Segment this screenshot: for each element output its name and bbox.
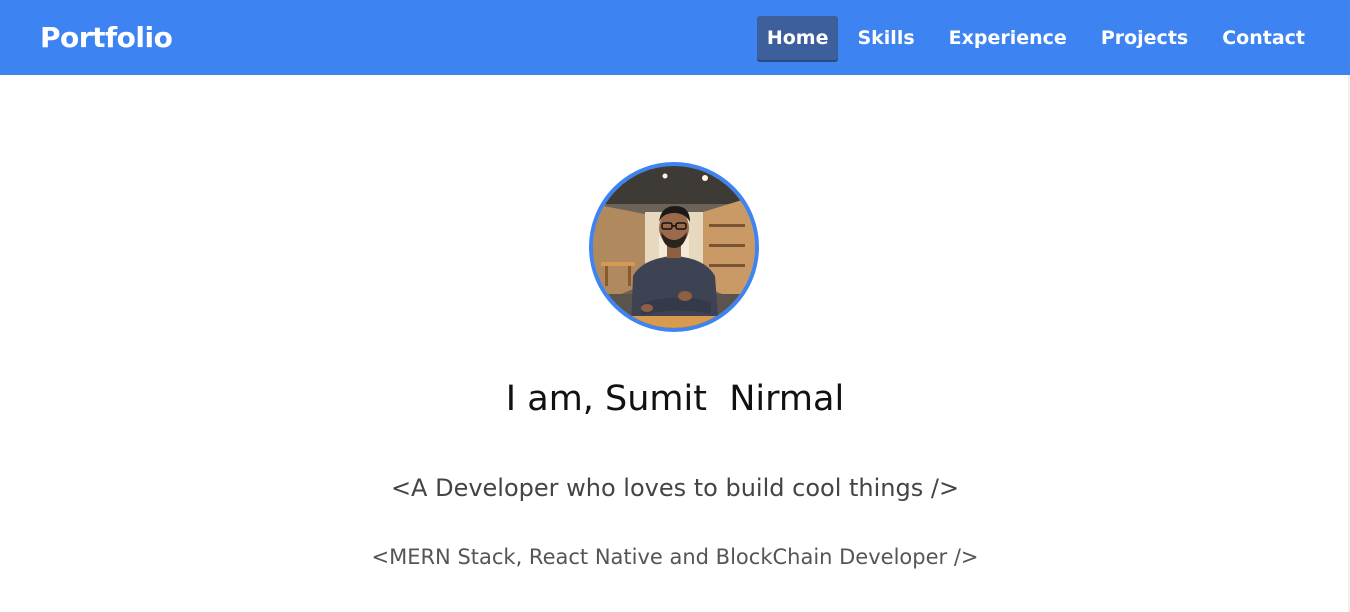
nav-item-projects[interactable]: Projects (1086, 16, 1203, 60)
nav-item-experience[interactable]: Experience (934, 16, 1082, 60)
nav-item-home[interactable]: Home (756, 16, 839, 60)
main-nav: Home Skills Experience Projects Contact (753, 16, 1320, 60)
hero-role: <MERN Stack, React Native and BlockChain… (371, 545, 979, 569)
navbar: Portfolio Home Skills Experience Project… (0, 0, 1350, 75)
nav-item-skills[interactable]: Skills (842, 16, 929, 60)
hero-greeting: I am, Sumit Nirmal (505, 379, 845, 419)
profile-photo (589, 162, 759, 332)
brand-logo[interactable]: Portfolio (40, 19, 173, 57)
profile-photo-illustration (593, 166, 755, 328)
nav-item-contact[interactable]: Contact (1207, 16, 1320, 60)
hero-tagline: <A Developer who loves to build cool thi… (390, 474, 960, 502)
